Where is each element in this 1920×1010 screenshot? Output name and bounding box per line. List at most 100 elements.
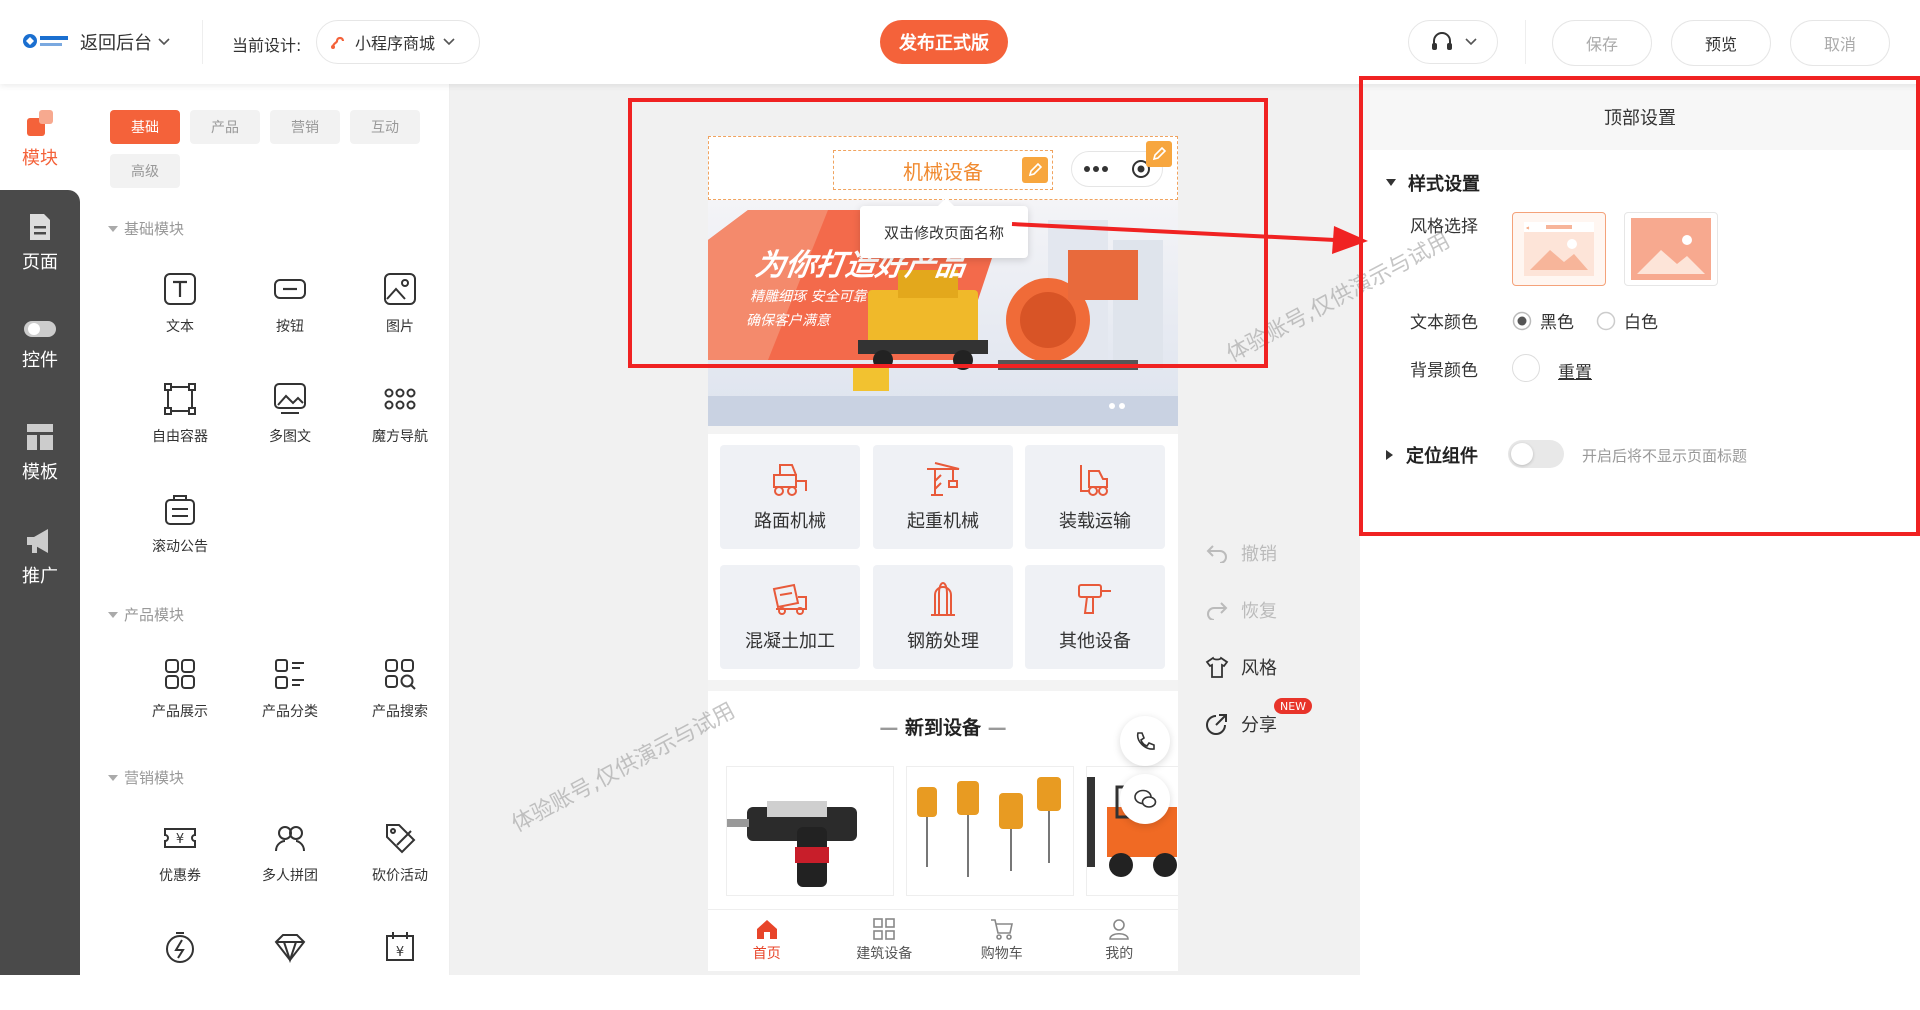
module-coupon[interactable]: ¥ 优惠券 — [125, 821, 235, 901]
module-product-display[interactable]: 产品展示 — [125, 657, 235, 737]
phone-preview: 机械设备 双击修改页面名称 为你打造好产品 精雕细琢 安全可靠 确保客户满意 路… — [708, 136, 1178, 971]
category-item[interactable]: 钢筋处理 — [873, 565, 1013, 669]
reset-bg-link[interactable]: 重置 — [1558, 358, 1592, 383]
module-price-calendar[interactable]: ¥ — [345, 930, 455, 1010]
text-color-black-radio[interactable]: 黑色 — [1512, 308, 1574, 333]
style-option-2[interactable] — [1624, 212, 1718, 286]
nav-item-control[interactable]: 控件 — [0, 318, 80, 372]
notice-icon — [165, 495, 195, 525]
share-button[interactable]: 分享 — [1205, 711, 1277, 737]
wechat-button[interactable] — [1120, 774, 1170, 824]
forklift-icon — [1080, 465, 1108, 496]
section-marketing-modules[interactable]: 营销模块 — [108, 767, 184, 788]
category-label: 混凝土加工 — [745, 631, 835, 652]
tab-interaction[interactable]: 互动 — [350, 110, 420, 144]
module-grid-nav[interactable]: 魔方导航 — [345, 382, 455, 462]
publish-button[interactable]: 发布正式版 — [880, 20, 1008, 64]
current-design-label: 当前设计: — [232, 36, 302, 55]
tabbar-label: 我的 — [1105, 946, 1134, 962]
product-grid-icon — [165, 659, 195, 689]
nav-item-promote[interactable]: 推广 — [0, 526, 80, 588]
bg-color-picker[interactable] — [1512, 354, 1540, 382]
design-name: 小程序商城 — [355, 34, 436, 53]
home-icon — [756, 920, 777, 939]
module-label: 文本 — [166, 319, 194, 335]
module-free-container[interactable]: 自由容器 — [125, 382, 235, 462]
module-group-buy[interactable]: 多人拼团 — [235, 821, 345, 901]
banner-subline-1: 精雕细琢 安全可靠 — [750, 289, 867, 305]
module-label: 产品搜索 — [372, 704, 428, 720]
customer-service-button[interactable] — [1408, 20, 1498, 64]
new-arrivals-title: — 新到设备 — — [879, 717, 1007, 739]
chevron-down-icon — [158, 38, 170, 46]
product-card[interactable] — [906, 766, 1074, 896]
module-bargain[interactable]: 砍价活动 — [345, 821, 455, 901]
tab-advanced[interactable]: 高级 — [110, 154, 180, 188]
apps-icon — [873, 918, 896, 940]
nav-item-label: 页面 — [22, 252, 58, 273]
phone-header[interactable]: 机械设备 — [708, 136, 1178, 200]
caret-right-icon — [1386, 450, 1393, 460]
redo-button[interactable]: 恢复 — [1205, 597, 1277, 623]
text-color-label: 文本颜色 — [1410, 313, 1478, 333]
category-item[interactable]: 装载运输 — [1025, 445, 1165, 549]
tab-marketing[interactable]: 营销 — [270, 110, 340, 144]
undo-button[interactable]: 撤销 — [1205, 540, 1277, 566]
save-button[interactable]: 保存 — [1552, 20, 1652, 66]
tab-product[interactable]: 产品 — [190, 110, 260, 144]
module-flash-sale[interactable] — [125, 930, 235, 1010]
back-to-admin-button[interactable]: 返回后台 — [80, 29, 170, 55]
headset-icon — [1432, 32, 1452, 50]
edit-header-icon[interactable] — [1146, 141, 1172, 167]
category-item[interactable]: 路面机械 — [720, 445, 860, 549]
module-multi-image[interactable]: 多图文 — [235, 382, 345, 462]
module-label: 滚动公告 — [152, 539, 208, 555]
tabbar-item-home[interactable]: 首页 — [708, 910, 826, 971]
module-label: 自由容器 — [152, 429, 208, 445]
module-image[interactable]: 图片 — [345, 272, 455, 352]
page-title[interactable]: 机械设备 — [833, 150, 1053, 190]
module-diamond[interactable] — [235, 930, 345, 1010]
redo-label: 恢复 — [1241, 601, 1277, 622]
module-text[interactable]: 文本 — [125, 272, 235, 352]
preview-button[interactable]: 预览 — [1671, 20, 1771, 66]
tab-basic[interactable]: 基础 — [110, 110, 180, 144]
tabbar-item-equipment[interactable]: 建筑设备 — [826, 910, 944, 971]
cancel-button[interactable]: 取消 — [1790, 20, 1890, 66]
style-settings-section[interactable]: 样式设置 — [1386, 170, 1480, 196]
category-item[interactable]: 起重机械 — [873, 445, 1013, 549]
nav-item-module[interactable]: 模块 — [0, 108, 80, 170]
price-calendar-icon: ¥ — [386, 932, 414, 961]
tabbar-item-mine[interactable]: 我的 — [1061, 910, 1179, 971]
position-toggle[interactable] — [1508, 440, 1564, 468]
share-icon — [1206, 714, 1227, 735]
tabbar-item-cart[interactable]: 购物车 — [943, 910, 1061, 971]
nav-item-page[interactable]: 页面 — [0, 212, 80, 274]
style-button[interactable]: 风格 — [1205, 654, 1277, 680]
miniprogram-icon — [331, 36, 345, 49]
edit-title-icon[interactable] — [1022, 157, 1048, 183]
phone-call-button[interactable] — [1120, 716, 1170, 766]
grid-nav-icon — [384, 388, 416, 410]
section-product-modules[interactable]: 产品模块 — [108, 604, 184, 625]
text-color-white-radio[interactable]: 白色 — [1596, 308, 1658, 333]
container-icon — [164, 383, 196, 415]
category-item[interactable]: 其他设备 — [1025, 565, 1165, 669]
chevron-down-icon — [443, 38, 455, 46]
module-product-category[interactable]: 产品分类 — [235, 657, 345, 737]
module-product-search[interactable]: 产品搜索 — [345, 657, 455, 737]
image-placeholder-icon — [1631, 218, 1711, 280]
section-basic-modules[interactable]: 基础模块 — [108, 218, 184, 239]
category-item[interactable]: 混凝土加工 — [720, 565, 860, 669]
nav-item-template[interactable]: 模板 — [0, 422, 80, 484]
category-label: 装载运输 — [1059, 511, 1131, 532]
product-card[interactable] — [726, 766, 894, 896]
top-bar: 返回后台 当前设计: 小程序商城 发布正式版 保存 预览 取消 — [0, 0, 1920, 84]
share-label: 分享 — [1241, 715, 1277, 736]
style-option-1[interactable] — [1512, 212, 1606, 286]
design-selector[interactable]: 小程序商城 — [316, 20, 480, 64]
module-scroll-notice[interactable]: 滚动公告 — [125, 492, 235, 572]
module-button[interactable]: 按钮 — [235, 272, 345, 352]
position-component-section[interactable]: 定位组件 — [1386, 442, 1478, 468]
module-label: 产品展示 — [152, 704, 208, 720]
